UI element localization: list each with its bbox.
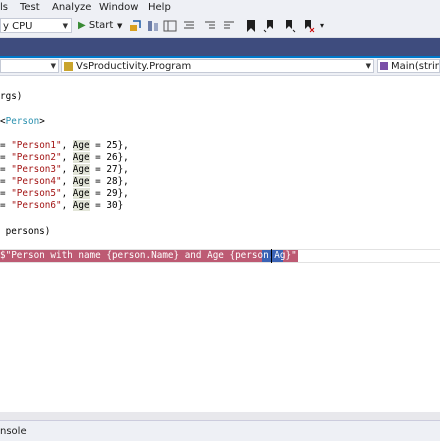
- start-dropdown-chevron-icon[interactable]: ▼: [117, 18, 122, 34]
- document-tab-strip: [0, 38, 440, 58]
- step-icon[interactable]: [146, 19, 160, 33]
- code-editor[interactable]: rgs) <Person> = "Person1", Age = 25}, = …: [0, 76, 440, 412]
- method-icon: [380, 62, 388, 70]
- toolbar: y CPU ▼ ▶ Start ▼ ▾: [0, 16, 440, 38]
- class-icon: [64, 62, 73, 71]
- menu-help[interactable]: Help: [148, 2, 171, 14]
- code-line-foreach: persons): [0, 226, 51, 237]
- text-caret: [271, 249, 272, 263]
- type-dropdown[interactable]: VsProductivity.Program ▼: [61, 59, 374, 73]
- bottom-panel-tabs: nsole: [0, 420, 440, 441]
- type-value: VsProductivity.Program: [76, 61, 192, 72]
- chevron-down-icon: ▼: [365, 62, 371, 70]
- platform-dropdown[interactable]: y CPU ▼: [0, 18, 72, 33]
- menu-tools[interactable]: ls: [0, 2, 8, 14]
- clear-bookmarks-icon[interactable]: [301, 19, 315, 33]
- next-bookmark-icon[interactable]: [282, 19, 296, 33]
- project-dropdown[interactable]: ▼: [0, 59, 59, 73]
- code-line-person: = "Person4", Age = 28},: [0, 176, 129, 187]
- member-value: Main(string: [391, 61, 439, 72]
- bookmark-icon[interactable]: [244, 19, 258, 33]
- outdent-icon[interactable]: [222, 19, 236, 33]
- format-icon[interactable]: [182, 19, 196, 33]
- layout-icon[interactable]: [163, 19, 177, 33]
- member-dropdown[interactable]: Main(string: [377, 59, 440, 73]
- code-line-person: = "Person2", Age = 26},: [0, 152, 129, 163]
- prev-bookmark-icon[interactable]: [263, 19, 277, 33]
- code-line-person: = "Person6", Age = 30}: [0, 200, 124, 211]
- chevron-down-icon: ▼: [50, 62, 56, 70]
- tab-console[interactable]: nsole: [0, 426, 27, 438]
- menu-analyze[interactable]: Analyze: [52, 2, 91, 14]
- menu-test[interactable]: Test: [20, 2, 40, 14]
- play-icon: ▶: [78, 20, 86, 31]
- code-line-person: = "Person1", Age = 25},: [0, 140, 129, 151]
- toolbar-overflow-icon[interactable]: ▾: [320, 18, 324, 34]
- code-line-main-signature: rgs): [0, 91, 23, 102]
- horizontal-scrollbar[interactable]: [0, 412, 440, 420]
- attach-icon[interactable]: [128, 19, 142, 33]
- code-line-person: = "Person3", Age = 27},: [0, 164, 129, 175]
- indent-icon[interactable]: [203, 19, 217, 33]
- menu-bar: ls Test Analyze Window Help: [0, 0, 440, 16]
- menu-window[interactable]: Window: [99, 2, 138, 14]
- start-button[interactable]: ▶ Start: [78, 18, 113, 34]
- code-line-list-declaration: <Person>: [0, 116, 45, 127]
- code-line-interpolated-string: $"Person with name {person.Name} and Age…: [0, 250, 308, 261]
- navigation-bar: ▼ VsProductivity.Program ▼ Main(string: [0, 58, 440, 76]
- chevron-down-icon: ▼: [62, 22, 68, 30]
- code-line-person: = "Person5", Age = 29},: [0, 188, 129, 199]
- platform-value: y CPU: [3, 21, 33, 32]
- start-label: Start: [88, 20, 114, 31]
